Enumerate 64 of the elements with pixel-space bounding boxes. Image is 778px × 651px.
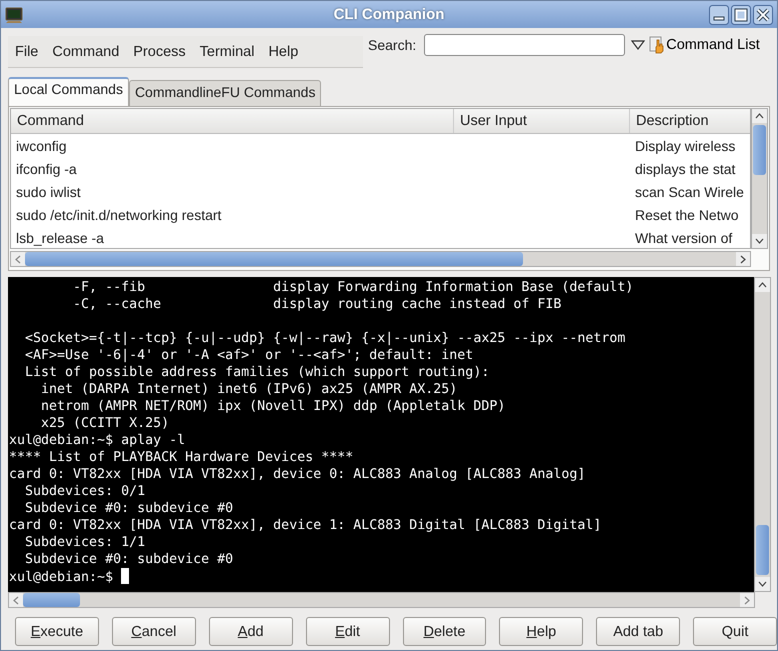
table-cell: iwconfig — [16, 138, 67, 154]
terminal-line: -C, --cache display routing cache instead of FIB — [72, 297, 562, 312]
action-button[interactable]: Add — [208, 617, 293, 646]
menu-item[interactable]: File — [8, 44, 46, 60]
terminal-icon — [5, 6, 23, 24]
search-field[interactable] — [424, 34, 626, 56]
table-cell: displays the stat — [635, 160, 736, 176]
close-icon[interactable] — [753, 4, 773, 24]
terminal-line: **** List of PLAYBACK Hardware Devices **** — [9, 450, 354, 465]
table-cell: scan Scan Wirele — [635, 184, 744, 200]
terminal-line: -F, --fib display Forwarding Information Base (default) — [72, 280, 634, 295]
column-header[interactable]: Command — [11, 109, 454, 133]
search-label: Search: — [368, 37, 416, 53]
terminal-line: xul@debian:~$ aplay -l — [9, 433, 186, 448]
terminal[interactable] — [8, 277, 754, 592]
horizontal-scrollbar[interactable] — [8, 592, 755, 608]
hand-icon — [649, 36, 666, 54]
scroll-thumb[interactable] — [23, 593, 80, 607]
menu-item[interactable]: Process — [126, 44, 193, 60]
menu-item[interactable]: Terminal — [192, 44, 262, 60]
terminal-line: List of possible address families (which support routing): — [24, 365, 490, 380]
vertical-scrollbar[interactable] — [754, 277, 771, 592]
table-cell: Display wireless — [635, 138, 736, 154]
maximize-icon[interactable] — [731, 4, 751, 24]
terminal-line: Subdevices: 1/1 — [24, 535, 146, 550]
terminal-line: <AF>=Use '-6|-4' or '-A <af>' or '--<af>'; default: inet — [24, 348, 474, 363]
terminal-prompt: xul@debian:~$ — [9, 570, 114, 585]
minimize-icon[interactable] — [709, 4, 729, 24]
table-cell: sudo /etc/init.d/networking restart — [16, 206, 222, 222]
terminal-line: Subdevice #0: subdevice #0 — [24, 552, 234, 567]
terminal-line: netrom (AMPR NET/ROM) ipx (Novell IPX) ddp (Appletalk DDP) — [40, 399, 506, 414]
table-cell: Reset the Netwo — [635, 206, 738, 222]
command-list-button[interactable]: Command List — [649, 36, 760, 54]
table-cell: lsb_release -a — [16, 230, 104, 246]
action-button[interactable]: Quit — [693, 617, 777, 646]
scroll-thumb[interactable] — [753, 125, 766, 175]
vertical-scrollbar[interactable] — [751, 108, 768, 249]
terminal-line: x25 (CCITT X.25) — [40, 416, 170, 431]
action-button[interactable]: Execute — [15, 617, 99, 646]
terminal-line: card 0: VT82xx [HDA VIA VT82xx], device 0: ALC883 Analog [ALC883 Analog] — [9, 467, 586, 482]
terminal-line: Subdevice #0: subdevice #0 — [24, 501, 234, 516]
tab[interactable]: Local Commands — [8, 77, 129, 106]
action-button[interactable]: Cancel — [112, 617, 196, 646]
column-header[interactable]: User Input — [454, 109, 630, 133]
terminal-line: Subdevices: 0/1 — [24, 484, 146, 499]
scroll-thumb[interactable] — [756, 525, 769, 575]
table-cell: What version of — [635, 230, 732, 246]
table-cell: ifconfig -a — [16, 160, 77, 176]
tab[interactable]: CommandlineFU Commands — [128, 80, 322, 106]
menu-item[interactable]: Help — [261, 44, 306, 60]
window-title: CLI Companion — [334, 6, 444, 23]
action-button[interactable]: Delete — [402, 617, 486, 646]
action-button[interactable]: Edit — [306, 617, 390, 646]
dropdown-arrow-icon[interactable] — [631, 40, 646, 50]
horizontal-scrollbar[interactable] — [10, 251, 751, 267]
menu-item[interactable]: Command — [45, 44, 126, 60]
action-button[interactable]: Add tab — [596, 617, 680, 646]
cursor-icon — [121, 568, 130, 584]
scroll-thumb[interactable] — [25, 252, 523, 266]
terminal-line: <Socket>={-t|--tcp} {-u|--udp} {-w|--raw} {-x|--unix} --ax25 --ipx --netrom — [24, 331, 626, 346]
table-cell: sudo iwlist — [16, 184, 81, 200]
action-button[interactable]: Help — [499, 617, 584, 646]
terminal-line: inet (DARPA Internet) inet6 (IPv6) ax25 (AMPR AX.25) — [40, 382, 458, 397]
terminal-line: card 0: VT82xx [HDA VIA VT82xx], device 1: ALC883 Digital [ALC883 Digital] — [9, 518, 602, 533]
